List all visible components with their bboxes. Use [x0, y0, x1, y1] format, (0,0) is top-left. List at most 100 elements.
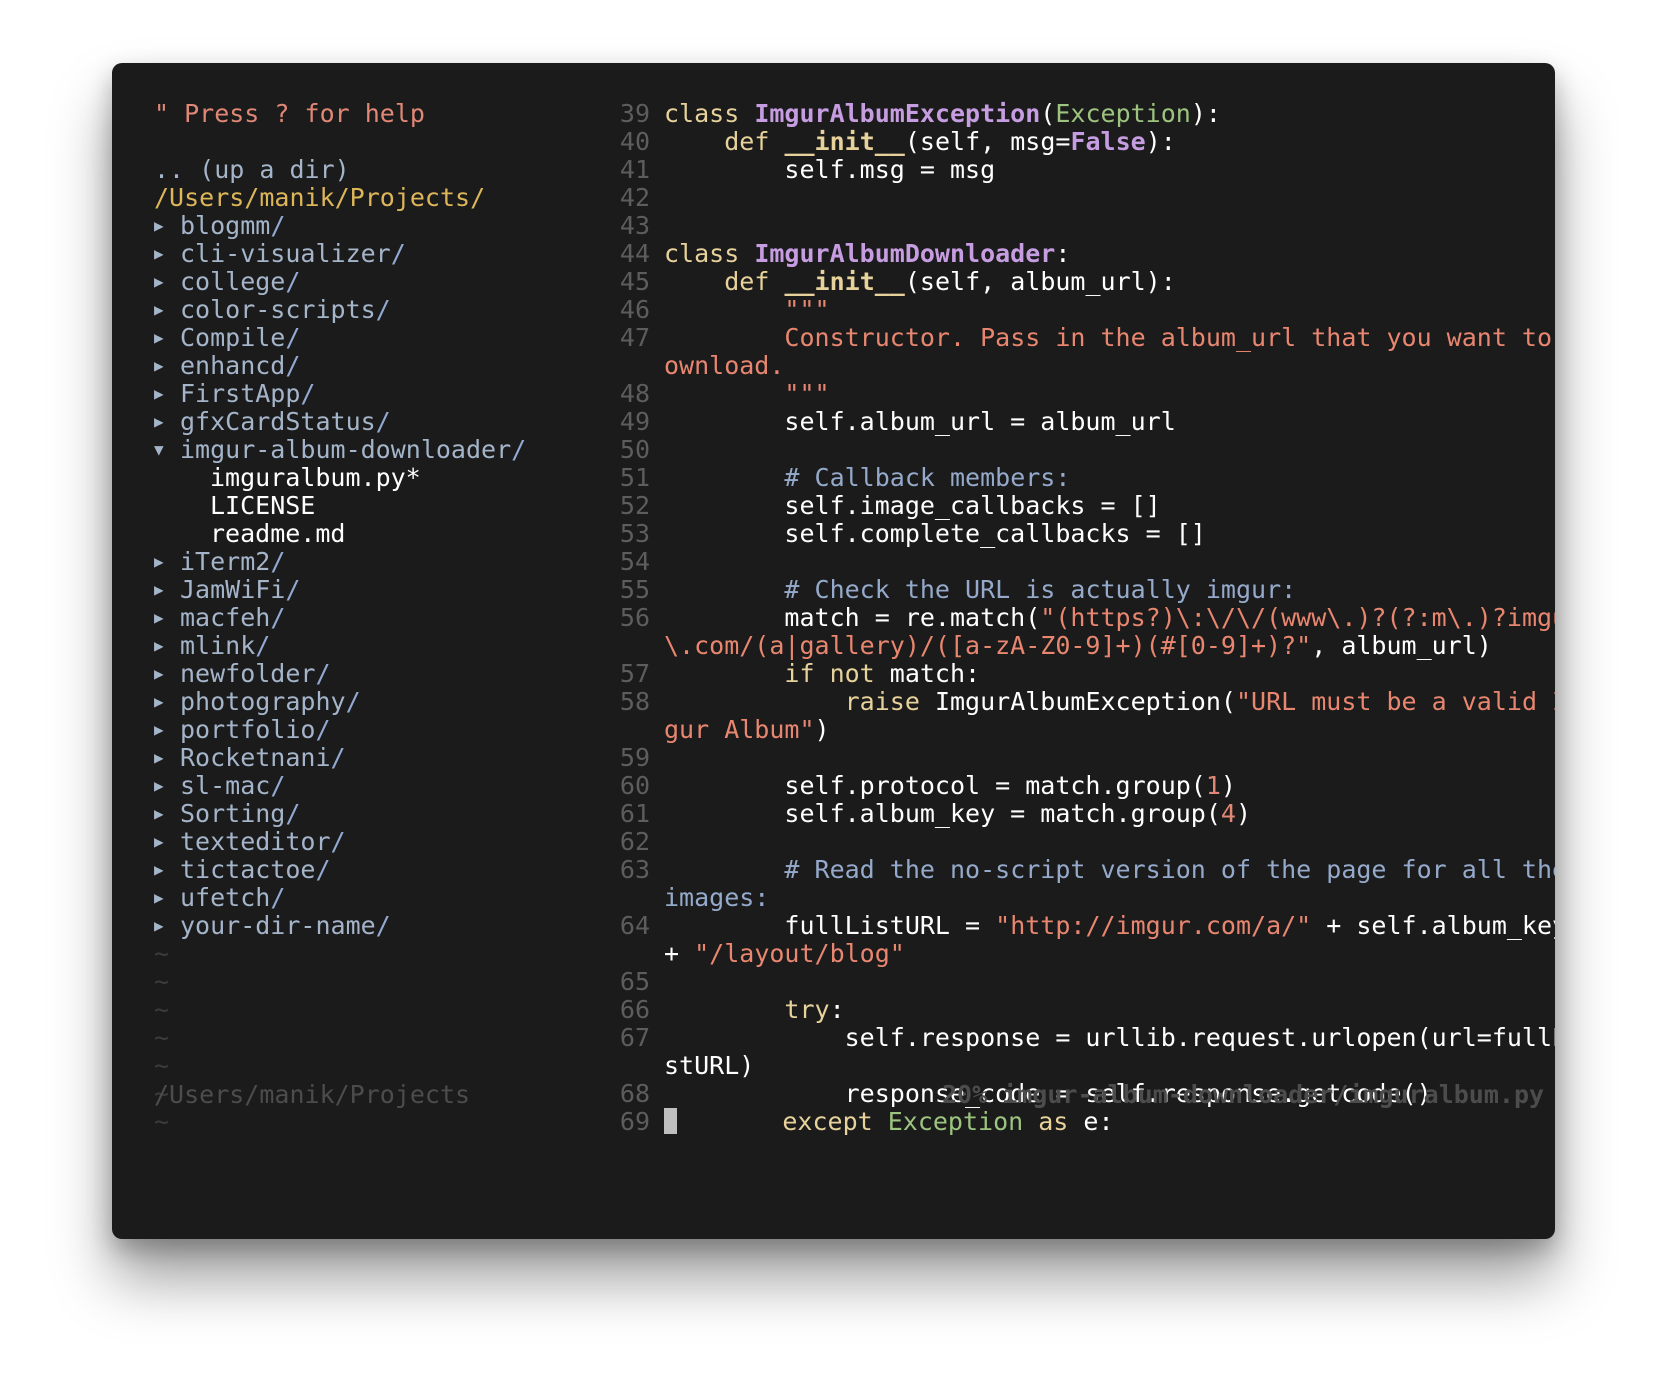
tree-dir-item[interactable]: ▶ Rocketnani/: [154, 744, 654, 772]
code-token: """: [784, 379, 830, 408]
code-token: ): [1220, 771, 1236, 800]
tree-dir-item[interactable]: ▶ macfeh/: [154, 604, 654, 632]
tree-dir-name: Sorting: [180, 799, 286, 828]
editor-status-line: 20% imgur-album-downloader/imguralbum.py: [942, 1080, 1545, 1109]
tree-dir-item[interactable]: ▶ enhancd/: [154, 352, 654, 380]
up-dir-link[interactable]: .. (up a dir): [154, 156, 654, 184]
code-token: False: [1070, 127, 1146, 156]
triangle-right-icon[interactable]: ▶: [154, 772, 180, 800]
tree-dir-item[interactable]: ▶ sl-mac/: [154, 772, 654, 800]
tree-dir-item[interactable]: ▶ blogmm/: [154, 212, 654, 240]
dir-slash: /: [270, 211, 286, 240]
dir-slash: /: [270, 883, 286, 912]
empty-line-tilde: ~: [154, 967, 170, 996]
tree-status-line: /Users/manik/Projects: [154, 1080, 471, 1109]
triangle-right-icon[interactable]: ▶: [154, 380, 180, 408]
tree-dir-item[interactable]: ▶ iTerm2/: [154, 548, 654, 576]
code-token: class: [664, 239, 755, 268]
code-line: 48 """: [602, 380, 1555, 408]
triangle-right-icon[interactable]: ▶: [154, 324, 180, 352]
triangle-right-icon[interactable]: ▶: [154, 688, 180, 716]
triangle-right-icon[interactable]: ▶: [154, 268, 180, 296]
triangle-right-icon[interactable]: ▶: [154, 632, 180, 660]
triangle-right-icon[interactable]: ▶: [154, 800, 180, 828]
dir-slash: /: [300, 379, 316, 408]
code-line: 51 # Callback members:: [602, 464, 1555, 492]
code-token: "(https?)\:\/\/(www\.)?(?:m\.)?imgur: [1040, 603, 1555, 632]
tree-dir-item[interactable]: ▶ portfolio/: [154, 716, 654, 744]
tree-dir-name: iTerm2: [180, 547, 271, 576]
tree-dir-item[interactable]: ▶ texteditor/: [154, 828, 654, 856]
tree-dir-name: macfeh: [180, 603, 271, 632]
tree-dir-name: tictactoe: [180, 855, 316, 884]
tree-dir-name: Compile: [180, 323, 286, 352]
line-number: 57: [619, 659, 650, 688]
line-number: 39: [619, 99, 650, 128]
tree-dir-item[interactable]: ▶ cli-visualizer/: [154, 240, 654, 268]
code-token: e:: [1083, 1107, 1114, 1136]
line-number: 51: [619, 463, 650, 492]
triangle-right-icon[interactable]: ▶: [154, 884, 180, 912]
code-line: 67 self.response = urllib.request.urlope…: [602, 1024, 1555, 1052]
code-editor[interactable]: 39 class ImgurAlbumException(Exception): 4…: [602, 100, 1555, 1136]
code-token: match = re.match(: [664, 603, 1041, 632]
tree-dir-item[interactable]: ▼ imgur-album-downloader/: [154, 436, 654, 464]
code-token: def: [724, 127, 785, 156]
tree-dir-item[interactable]: ▶ photography/: [154, 688, 654, 716]
triangle-right-icon[interactable]: ▶: [154, 828, 180, 856]
dir-slash: /: [375, 407, 391, 436]
code-token: (self, album_url):: [904, 267, 1176, 296]
triangle-right-icon[interactable]: ▶: [154, 548, 180, 576]
tree-dir-item[interactable]: ▶ your-dir-name/: [154, 912, 654, 940]
tree-dir-item[interactable]: ▶ tictactoe/: [154, 856, 654, 884]
triangle-right-icon[interactable]: ▶: [154, 912, 180, 940]
code-token: # Read the no-script version of the page…: [784, 855, 1555, 884]
code-line: 46 """: [602, 296, 1555, 324]
line-number: 69: [619, 1107, 650, 1136]
tree-file-item[interactable]: LICENSE: [154, 492, 654, 520]
triangle-right-icon[interactable]: ▶: [154, 576, 180, 604]
code-line: 56 match = re.match("(https?)\:\/\/(www\…: [602, 604, 1555, 632]
triangle-right-icon[interactable]: ▶: [154, 212, 180, 240]
triangle-right-icon[interactable]: ▶: [154, 716, 180, 744]
triangle-down-icon[interactable]: ▼: [154, 436, 180, 464]
triangle-right-icon[interactable]: ▶: [154, 744, 180, 772]
tree-dir-item[interactable]: ▶ mlink/: [154, 632, 654, 660]
dir-slash: /: [511, 435, 527, 464]
code-line: 53 self.complete_callbacks = []: [602, 520, 1555, 548]
code-token: # Callback members:: [784, 463, 1071, 492]
tree-dir-item[interactable]: ▶ color-scripts/: [154, 296, 654, 324]
tree-file-item[interactable]: imguralbum.py*: [154, 464, 654, 492]
triangle-right-icon[interactable]: ▶: [154, 296, 180, 324]
code-line: 60 self.protocol = match.group(1): [602, 772, 1555, 800]
tree-dir-item[interactable]: ▶ JamWiFi/: [154, 576, 654, 604]
tree-dir-item[interactable]: ▶ Sorting/: [154, 800, 654, 828]
tree-dir-item[interactable]: ▶ newfolder/: [154, 660, 654, 688]
line-number: 61: [619, 799, 650, 828]
tree-dir-item[interactable]: ▶ Compile/: [154, 324, 654, 352]
tree-dir-item[interactable]: ▶ FirstApp/: [154, 380, 654, 408]
code-token: Exception: [887, 1107, 1039, 1136]
triangle-right-icon[interactable]: ▶: [154, 604, 180, 632]
code-token: :: [829, 995, 845, 1024]
tree-dir-item[interactable]: ▶ college/: [154, 268, 654, 296]
code-line: 50: [602, 436, 1555, 464]
empty-line-tilde: ~: [154, 1051, 170, 1080]
tree-dir-item[interactable]: ▶ ufetch/: [154, 884, 654, 912]
code-line: gur Album"): [602, 716, 1555, 744]
code-line: ownload.: [602, 352, 1555, 380]
triangle-right-icon[interactable]: ▶: [154, 856, 180, 884]
tree-dir-name: your-dir-name: [180, 911, 376, 940]
triangle-right-icon[interactable]: ▶: [154, 660, 180, 688]
code-token: (: [1040, 99, 1056, 128]
code-line: 39 class ImgurAlbumException(Exception):: [602, 100, 1555, 128]
dir-slash: /: [270, 603, 286, 632]
tree-dir-item[interactable]: ▶ gfxCardStatus/: [154, 408, 654, 436]
tree-file-item[interactable]: readme.md: [154, 520, 654, 548]
triangle-right-icon[interactable]: ▶: [154, 240, 180, 268]
line-number: 43: [619, 211, 650, 240]
triangle-right-icon[interactable]: ▶: [154, 352, 180, 380]
triangle-right-icon[interactable]: ▶: [154, 408, 180, 436]
text-cursor: [664, 1108, 677, 1134]
